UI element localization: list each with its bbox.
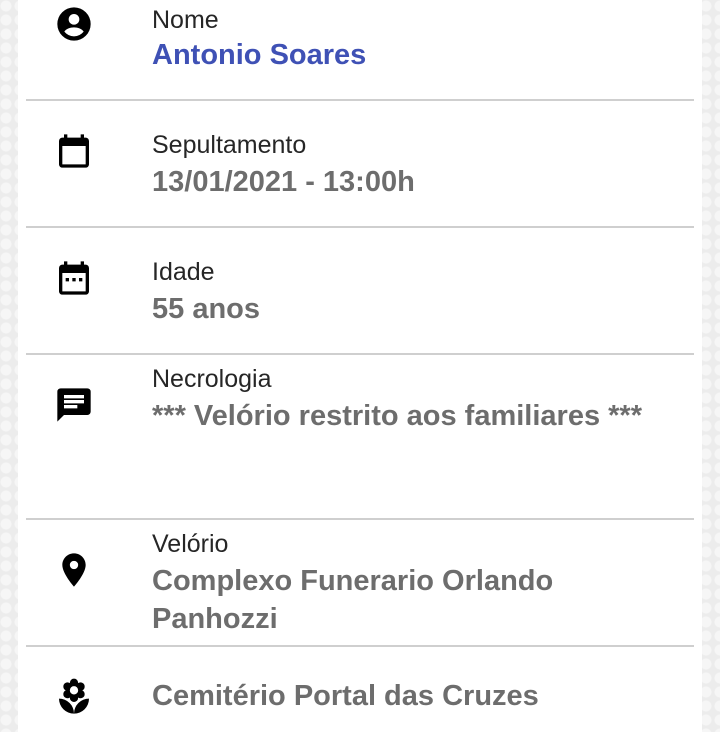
- account-circle-icon: [54, 4, 94, 44]
- field-idade: Idade 55 anos: [18, 228, 702, 354]
- field-necrologia: Necrologia *** Velório restrito aos fami…: [18, 355, 702, 519]
- field-nome: Nome Antonio Soares: [18, 0, 702, 100]
- calendar-icon: [54, 131, 94, 171]
- field-value: *** Velório restrito aos familiares ***: [152, 400, 642, 432]
- location-pin-icon: [54, 550, 94, 590]
- field-value: Antonio Soares: [152, 39, 367, 71]
- flower-icon: [54, 677, 94, 717]
- field-label: Nome: [152, 6, 219, 34]
- field-value: 55 anos: [152, 293, 260, 325]
- field-value: Complexo Funerario Orlando Panhozzi: [152, 565, 554, 635]
- field-value: Cemitério Portal das Cruzes: [152, 680, 539, 712]
- field-velorio: Velório Complexo Funerario Orlando Panho…: [18, 520, 702, 646]
- field-label: Necrologia: [152, 365, 272, 393]
- calendar-dots-icon: [54, 258, 94, 298]
- field-label: Idade: [152, 258, 215, 286]
- field-label: Sepultamento: [152, 131, 307, 159]
- field-sepultamento: Sepultamento 13/01/2021 - 13:00h: [18, 101, 702, 227]
- detail-card: Nome Antonio Soares Sepultamento 13/01/2…: [18, 0, 702, 732]
- field-value: 13/01/2021 - 13:00h: [152, 166, 415, 198]
- field-label: Velório: [152, 530, 229, 558]
- message-icon: [54, 385, 94, 425]
- field-cemiterio: Cemitério Portal das Cruzes: [18, 647, 702, 732]
